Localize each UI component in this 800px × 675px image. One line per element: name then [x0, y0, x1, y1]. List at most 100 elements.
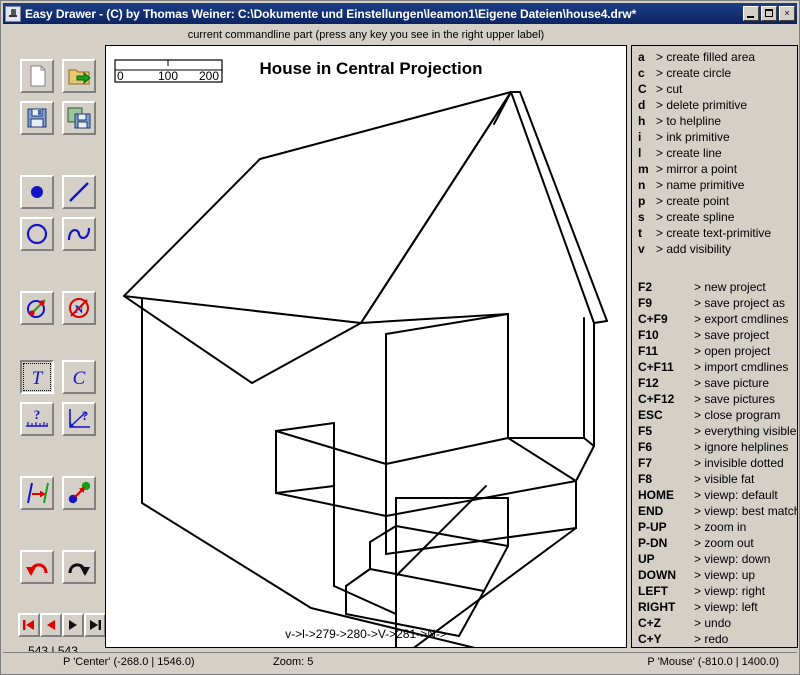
cut-button[interactable]: C — [62, 360, 96, 394]
function-command-key: C+Z — [638, 616, 662, 630]
function-command-key: RIGHT — [638, 600, 676, 614]
key-command-row: i > ink primitive — [638, 130, 795, 146]
status-center-point: P 'Center' (-268.0 | 1546.0) — [63, 656, 195, 668]
nav-next-button[interactable] — [62, 613, 84, 637]
measure-distance-button[interactable]: ? — [20, 402, 54, 436]
window-title: Easy Drawer - (C) by Thomas Weiner: C:\D… — [25, 6, 637, 21]
svg-text:0: 0 — [117, 69, 124, 83]
status-bar: P 'Center' (-268.0 | 1546.0) Zoom: 5 P '… — [3, 652, 797, 672]
cut-c-icon: C — [73, 368, 86, 389]
key-command-description: > cut — [656, 82, 683, 96]
key-command-row: p > create point — [638, 194, 795, 210]
step-forward-icon — [69, 620, 77, 630]
key-command-key: s — [638, 210, 645, 224]
function-command-key: END — [638, 504, 664, 518]
svg-text:?: ? — [82, 408, 89, 423]
create-spline-button[interactable] — [62, 217, 96, 251]
undo-button[interactable] — [20, 550, 54, 584]
key-command-description: > create line — [656, 146, 722, 160]
function-command-key: P-DN — [638, 536, 668, 550]
function-command-description: > viewp: default — [694, 488, 778, 502]
create-line-button[interactable] — [62, 175, 96, 209]
svg-text:?: ? — [34, 407, 41, 422]
function-command-description: > viewp: best match — [694, 504, 798, 518]
point-icon — [31, 186, 43, 198]
focus-ring — [23, 363, 51, 391]
open-folder-icon — [68, 69, 91, 85]
key-command-description: > to helpline — [656, 114, 722, 128]
function-command-row: P-UP > zoom in — [638, 520, 795, 536]
function-command-row: F11 > open project — [638, 344, 795, 360]
redo-arrow-icon — [68, 563, 90, 576]
key-command-description: > create circle — [656, 66, 732, 80]
measure-angle-button[interactable]: ? — [62, 402, 96, 436]
function-command-row: F5 > everything visible — [638, 424, 796, 440]
function-command-key: C+Y — [638, 632, 662, 646]
function-command-description: > zoom in — [694, 520, 747, 534]
new-file-button[interactable] — [20, 59, 54, 93]
scale-bar: 0 100 200 — [114, 59, 223, 83]
function-command-row: UP > viewp: down — [638, 552, 795, 568]
function-command-row: F2 > new project — [638, 280, 795, 296]
create-point-button[interactable] — [20, 175, 54, 209]
key-command-key: n — [638, 178, 646, 192]
line-icon — [69, 182, 89, 202]
drawing-canvas[interactable]: 0 100 200 House in Central Projection v-… — [105, 45, 627, 648]
function-key-command-list: F2 > new project F9 > save project as C+F9 > … — [638, 280, 798, 647]
key-command-row: h > to helpline — [638, 114, 795, 130]
key-command-key: p — [638, 194, 646, 208]
function-command-key: F11 — [638, 344, 659, 358]
save-as-button[interactable] — [62, 101, 96, 135]
nav-first-button[interactable] — [18, 613, 40, 637]
function-command-description: > viewp: up — [694, 568, 756, 582]
function-command-description: > save project as — [694, 296, 786, 310]
status-mouse-point: P 'Mouse' (-810.0 | 1400.0) — [647, 656, 779, 668]
function-command-row: F9 > save project as — [638, 296, 795, 312]
help-panel: a > create filled area c > create circle C > … — [631, 45, 798, 648]
function-command-description: > viewp: down — [694, 552, 771, 566]
function-command-description: > redo — [694, 632, 729, 646]
function-command-description: > import cmdlines — [694, 360, 789, 374]
function-command-description: > save pictures — [694, 392, 776, 406]
svg-text:100: 100 — [158, 69, 178, 83]
function-command-description: > save project — [694, 328, 770, 342]
key-command-row: t > create text-primitive — [638, 226, 795, 242]
create-circle-button[interactable] — [20, 217, 54, 251]
key-command-row: v > add visibility — [638, 242, 795, 258]
function-command-row: C+Z > undo — [638, 616, 795, 632]
key-command-description: > create text-primitive — [656, 226, 772, 240]
save-button[interactable] — [20, 101, 54, 135]
key-command-row: a > create filled area — [638, 50, 795, 66]
function-command-key: ESC — [638, 408, 663, 422]
name-primitive-button[interactable]: N — [62, 291, 96, 325]
key-command-row: d > delete primitive — [638, 98, 795, 114]
open-file-button[interactable] — [62, 59, 96, 93]
function-command-description: > new project — [694, 280, 766, 294]
nav-prev-button[interactable] — [40, 613, 62, 637]
key-command-description: > mirror a point — [656, 162, 738, 176]
key-command-row: l > create line — [638, 146, 795, 162]
maximize-button[interactable] — [761, 6, 777, 21]
function-command-key: F8 — [638, 472, 653, 486]
drawing-title: House in Central Projection — [260, 59, 483, 78]
key-command-key: C — [638, 82, 647, 96]
redo-button[interactable] — [62, 550, 96, 584]
key-command-description: > delete primitive — [656, 98, 748, 112]
visibility-button[interactable] — [20, 476, 54, 510]
mirror-point-button[interactable] — [20, 291, 54, 325]
function-command-row: ESC > close program — [638, 408, 795, 424]
function-command-key: LEFT — [638, 584, 668, 598]
no-name-icon: N — [69, 298, 89, 318]
key-command-description: > add visibility — [656, 242, 732, 256]
minimize-button[interactable] — [743, 6, 759, 21]
function-command-key: UP — [638, 552, 655, 566]
key-command-row: C > cut — [638, 82, 795, 98]
connect-points-button[interactable] — [62, 476, 96, 510]
function-command-row: F8 > visible fat — [638, 472, 795, 488]
create-text-button[interactable]: T — [20, 360, 54, 394]
nav-last-button[interactable] — [84, 613, 106, 637]
key-command-row: c > create circle — [638, 66, 795, 82]
key-command-row: s > create spline — [638, 210, 795, 226]
close-button[interactable]: × — [779, 6, 795, 21]
key-command-key: l — [638, 146, 642, 160]
